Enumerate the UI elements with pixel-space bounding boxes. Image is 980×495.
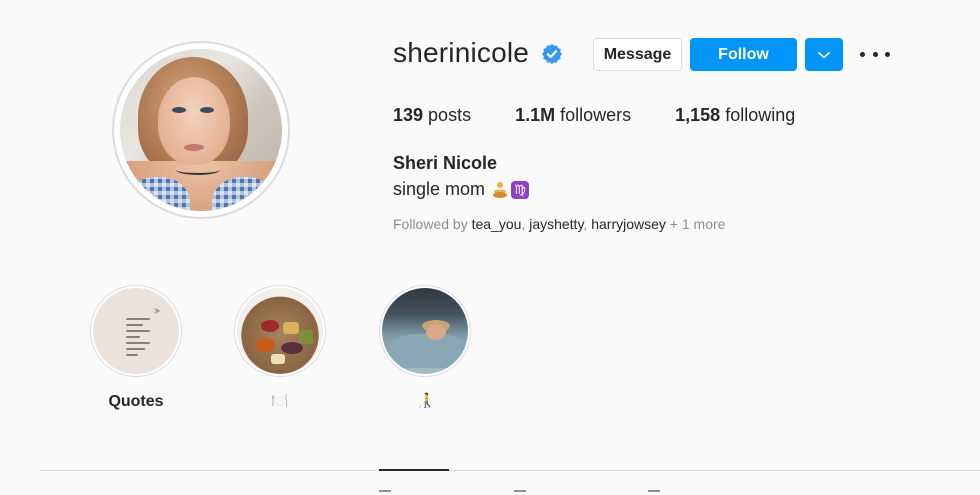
active-tab-indicator [379,469,449,471]
highlight-label: Quotes [108,393,164,410]
profile-stats: 139 posts 1.1M followers 1,158 following [393,105,839,126]
follow-button[interactable]: Follow [690,38,797,71]
tabs-divider [40,470,980,471]
highlight-label: 🍽️ [271,393,289,409]
more-options-icon[interactable] [860,44,890,64]
following-link[interactable]: 1,158 following [675,105,795,126]
virgo-emoji: ♍ [511,180,530,199]
followed-by-account[interactable]: tea_you [472,216,522,232]
suggested-accounts-dropdown-button[interactable] [805,38,843,71]
story-highlight-sleeping[interactable]: 🧑‍🦯 [379,285,471,413]
posts-grid-icon[interactable] [379,490,391,495]
bio-text: single mom [393,179,486,199]
highlight-cover-image [382,288,468,374]
highlight-cover[interactable] [234,285,326,377]
message-button[interactable]: Message [593,38,682,71]
highlight-cover-image [237,288,323,374]
highlight-cover-image: ➤ [93,288,179,374]
reels-icon[interactable] [514,490,526,495]
highlight-label: 🧑‍🦯 [416,393,434,409]
highlight-cover[interactable]: ➤ [90,285,182,377]
followed-by-account[interactable]: harryjowsey [591,216,666,232]
profile-avatar[interactable] [112,41,290,219]
followers-link[interactable]: 1.1M followers [515,105,631,126]
tagged-icon[interactable] [648,490,660,495]
followed-by-account[interactable]: jayshetty [529,216,583,232]
highlight-cover[interactable] [379,285,471,377]
profile-username: sherinicole [393,37,530,68]
chevron-down-icon [818,51,830,58]
story-highlight-quotes[interactable]: ➤ Quotes [90,285,182,413]
followed-by-line[interactable]: Followed by tea_you, jayshetty, harryjow… [393,216,725,232]
profile-full-name: Sheri Nicole [393,153,498,173]
verified-badge-icon [541,43,563,65]
story-highlight-food[interactable]: 🍽️ [234,285,326,413]
profile-photo [120,49,282,211]
posts-count: 139 posts [393,105,472,125]
profile-bio: single mom ♍ [393,179,530,200]
person-in-lotus-position-emoji [493,181,508,198]
